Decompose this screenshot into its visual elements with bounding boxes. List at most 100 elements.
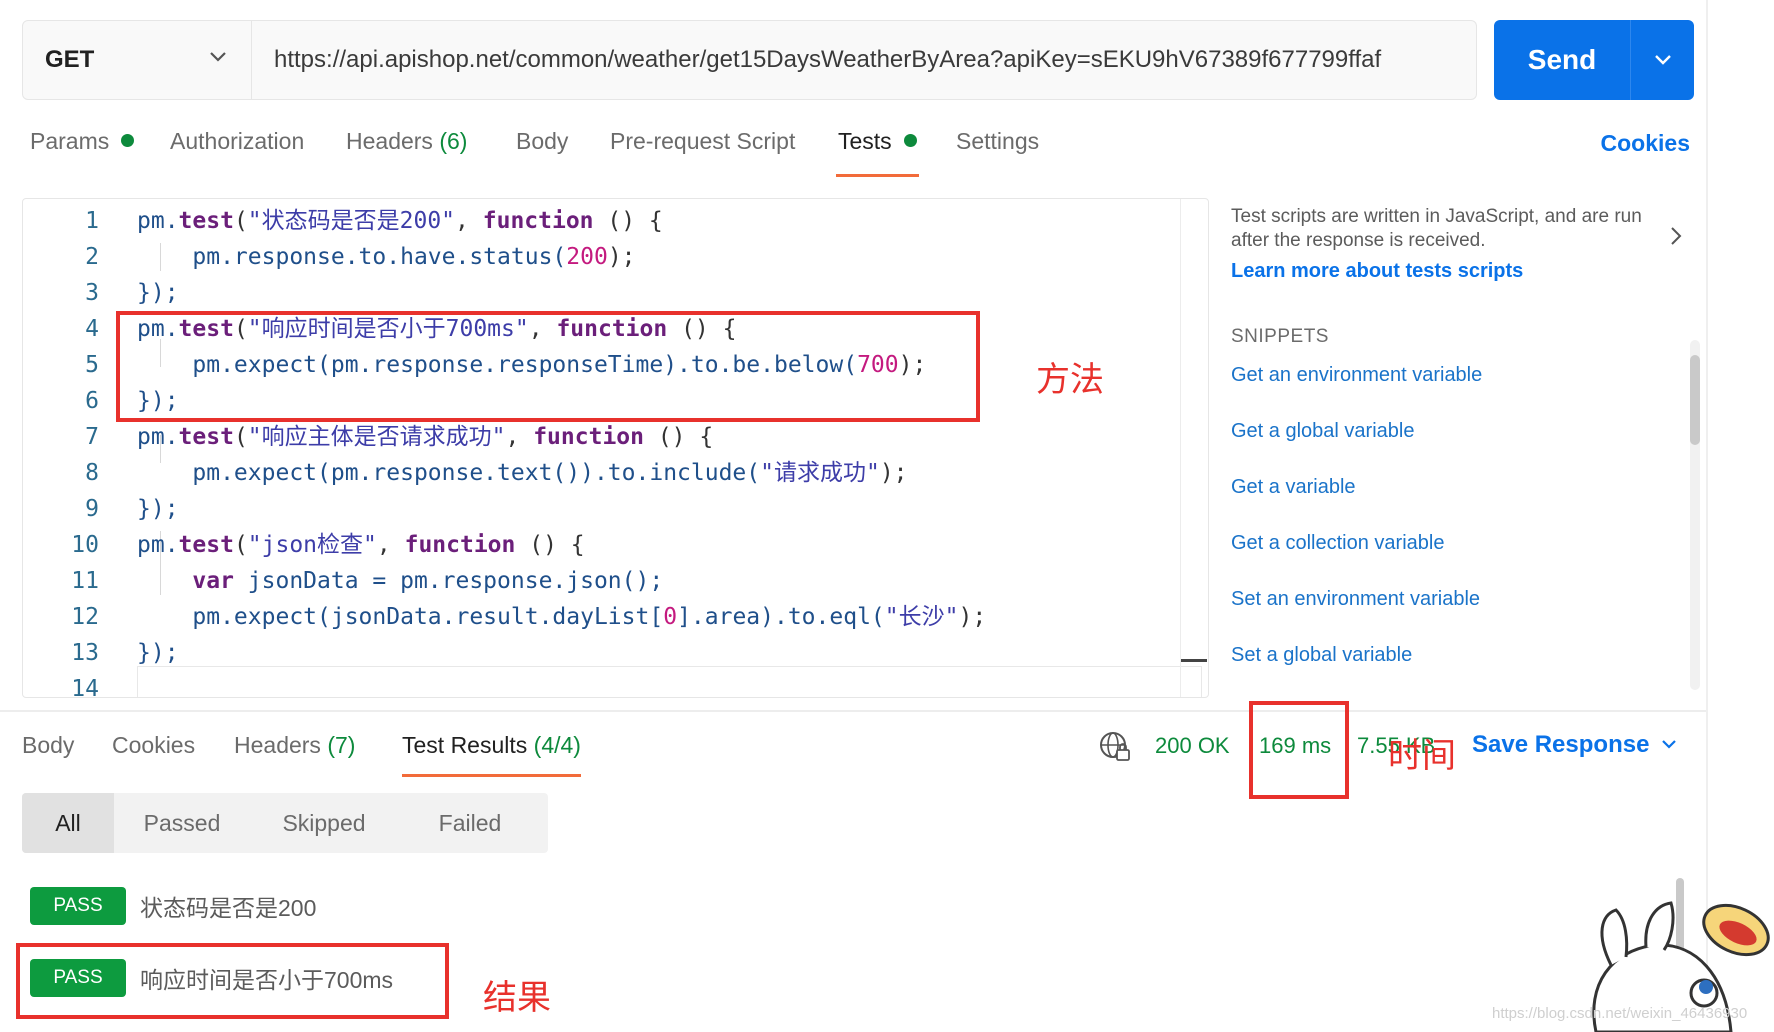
code-text: }); bbox=[137, 496, 179, 522]
filter-passed[interactable]: Passed bbox=[114, 793, 250, 853]
globe-lock-icon[interactable] bbox=[1098, 730, 1132, 764]
line-number: 10 bbox=[71, 532, 99, 558]
result-filter: All Passed Skipped Failed bbox=[22, 793, 548, 853]
send-options-button[interactable] bbox=[1631, 54, 1694, 66]
tab-authorization-label: Authorization bbox=[170, 128, 305, 154]
token: pm. bbox=[137, 424, 179, 450]
token: jsonData = pm.response.json(); bbox=[233, 568, 664, 594]
send-button[interactable]: Send bbox=[1494, 20, 1694, 100]
token: "响应主体是否请求成功" bbox=[247, 424, 506, 450]
tab-response-headers-count: (7) bbox=[327, 732, 356, 758]
learn-more-link[interactable]: Learn more about tests scripts bbox=[1231, 260, 1523, 283]
code-text: pm.test("响应主体是否请求成功", function () { bbox=[137, 419, 713, 455]
tab-response-body[interactable]: Body bbox=[22, 732, 74, 759]
token: , bbox=[376, 532, 405, 558]
tab-response-body-label: Body bbox=[22, 732, 75, 758]
tab-test-results-label: Test Results bbox=[402, 732, 528, 758]
token: "请求成功" bbox=[760, 460, 880, 486]
request-tabs: Params Authorization Headers (6) Body Pr… bbox=[30, 128, 1690, 177]
token: () { bbox=[643, 424, 714, 450]
snippet-link[interactable]: Set a global variable bbox=[1231, 644, 1412, 667]
chevron-down-icon bbox=[1662, 740, 1677, 749]
url-input[interactable]: https://api.apishop.net/common/weather/g… bbox=[252, 20, 1477, 100]
tests-indicator-dot bbox=[903, 134, 917, 147]
tab-headers[interactable]: Headers (6) bbox=[346, 128, 467, 155]
tests-help-text: Test scripts are written in JavaScript, … bbox=[1231, 206, 1642, 251]
token: pm. bbox=[137, 208, 179, 234]
snippet-link[interactable]: Get an environment variable bbox=[1231, 364, 1482, 387]
tab-tests[interactable]: Tests bbox=[836, 128, 919, 177]
token: ( bbox=[233, 424, 248, 450]
token: ].area).to.eql( bbox=[677, 604, 885, 630]
tab-response-cookies-label: Cookies bbox=[112, 732, 196, 758]
active-line-highlight bbox=[137, 666, 1202, 697]
test-script-editor[interactable]: 1 pm.test("状态码是否是200", function () { 2 pm… bbox=[22, 198, 1209, 698]
tab-settings-label: Settings bbox=[956, 128, 1040, 154]
token: ); bbox=[958, 604, 987, 630]
cookies-link[interactable]: Cookies bbox=[1601, 130, 1690, 157]
token: pm.expect(jsonData.result.dayList[ bbox=[137, 604, 664, 630]
line-number: 9 bbox=[85, 496, 99, 522]
tab-body[interactable]: Body bbox=[516, 128, 568, 155]
token: test bbox=[178, 424, 234, 450]
token: , bbox=[455, 208, 483, 234]
watermark: https://blog.csdn.net/weixin_46436930 bbox=[1492, 1005, 1748, 1022]
editor-scrollbar[interactable] bbox=[1180, 199, 1208, 697]
test-result-name: 状态码是否是200 bbox=[140, 895, 317, 921]
url-text: https://api.apishop.net/common/weather/g… bbox=[274, 46, 1382, 73]
line-number: 14 bbox=[71, 676, 99, 698]
tab-test-results[interactable]: Test Results (4/4) bbox=[402, 732, 581, 777]
token: "json检查" bbox=[247, 532, 377, 558]
line-number: 11 bbox=[71, 568, 99, 594]
token: "长沙" bbox=[884, 604, 959, 630]
snippet-link[interactable]: Get a variable bbox=[1231, 476, 1356, 499]
tab-response-headers[interactable]: Headers (7) bbox=[234, 732, 355, 759]
tab-tests-label: Tests bbox=[838, 128, 892, 154]
code-text: pm.expect(pm.response.text()).to.include… bbox=[137, 455, 907, 491]
token: function bbox=[404, 532, 516, 558]
method-select[interactable]: GET bbox=[22, 20, 252, 100]
filter-skipped[interactable]: Skipped bbox=[250, 793, 398, 853]
tab-headers-label: Headers bbox=[346, 128, 433, 154]
token: () { bbox=[515, 532, 585, 558]
annotation-box-result bbox=[16, 943, 449, 1019]
tab-response-cookies[interactable]: Cookies bbox=[112, 732, 195, 759]
chevron-right-icon[interactable] bbox=[1670, 226, 1682, 246]
tab-pre-request-script[interactable]: Pre-request Script bbox=[610, 128, 795, 155]
annotation-box-method bbox=[116, 311, 980, 422]
code-text: pm.response.to.have.status(200); bbox=[137, 239, 635, 275]
line-number: 12 bbox=[71, 604, 99, 630]
test-result-row: PASS 状态码是否是200 bbox=[30, 886, 316, 926]
snippet-link[interactable]: Get a collection variable bbox=[1231, 532, 1444, 555]
code-text: pm.expect(jsonData.result.dayList[0].are… bbox=[137, 599, 986, 635]
code-text: }); bbox=[137, 280, 179, 306]
code-text: var jsonData = pm.response.json(); bbox=[137, 563, 663, 599]
save-response-label: Save Response bbox=[1472, 731, 1650, 758]
line-number: 6 bbox=[85, 388, 99, 414]
token: () { bbox=[593, 208, 663, 234]
tab-params[interactable]: Params bbox=[30, 128, 135, 155]
snippet-link[interactable]: Set an environment variable bbox=[1231, 588, 1480, 611]
snippets-heading: SNIPPETS bbox=[1231, 326, 1329, 347]
tab-authorization[interactable]: Authorization bbox=[170, 128, 304, 155]
save-response-button[interactable]: Save Response bbox=[1472, 731, 1677, 759]
token: ( bbox=[233, 532, 248, 558]
line-number: 1 bbox=[85, 208, 99, 234]
code-line: 9}); bbox=[23, 491, 1183, 527]
snippets-scrollbar[interactable] bbox=[1690, 355, 1700, 445]
code-text: pm.test("状态码是否是200", function () { bbox=[137, 203, 663, 239]
token: 200 bbox=[566, 244, 608, 270]
filter-failed[interactable]: Failed bbox=[398, 793, 542, 853]
token: pm.response.to.have.status( bbox=[137, 244, 567, 270]
params-indicator-dot bbox=[121, 134, 135, 147]
code-line: 12 pm.expect(jsonData.result.dayList[0].… bbox=[23, 599, 1183, 635]
tab-settings[interactable]: Settings bbox=[956, 128, 1039, 155]
chevron-down-icon bbox=[1654, 55, 1671, 65]
response-tabs: Body Cookies Headers (7) Test Results (4… bbox=[22, 732, 722, 777]
filter-all[interactable]: All bbox=[22, 793, 114, 853]
snippet-link[interactable]: Get a global variable bbox=[1231, 420, 1414, 443]
pass-badge: PASS bbox=[30, 887, 126, 925]
token: ( bbox=[233, 208, 248, 234]
response-status[interactable]: 200 OK bbox=[1155, 733, 1230, 759]
